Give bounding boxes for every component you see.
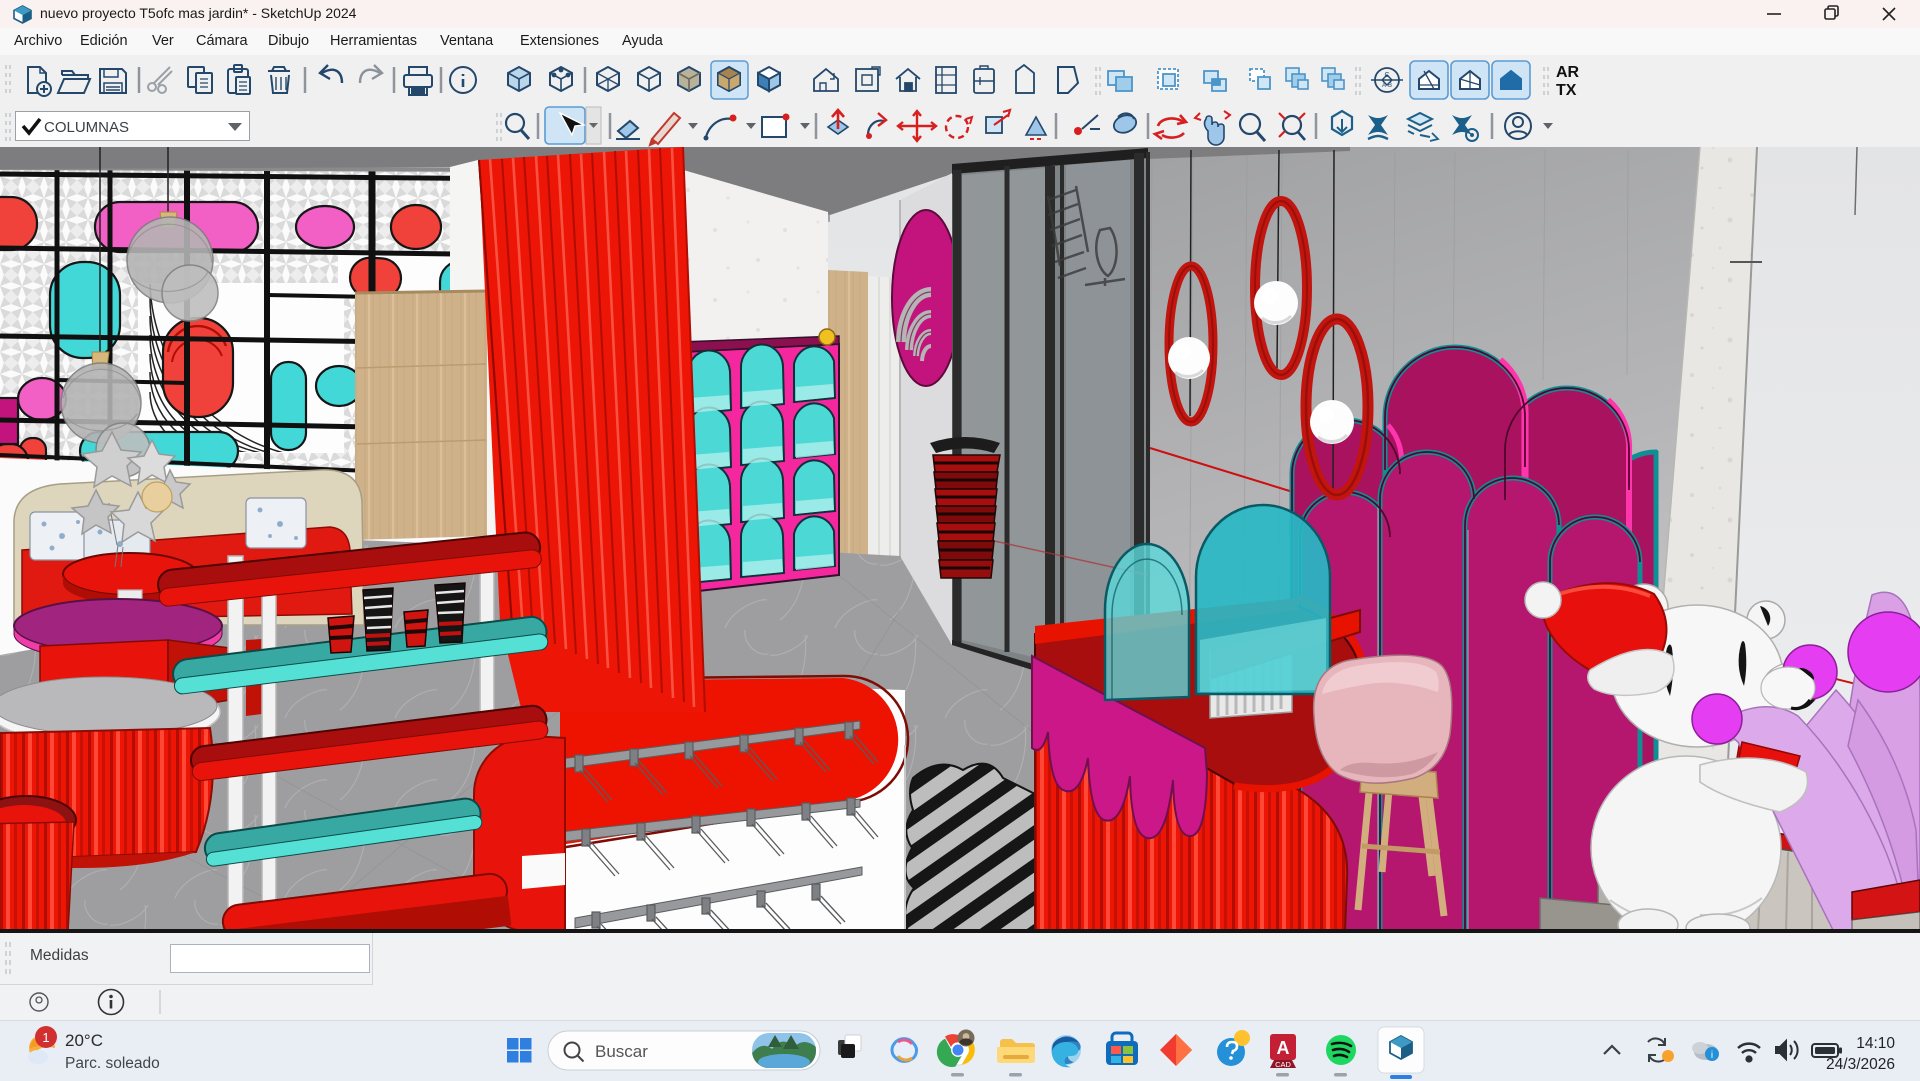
svg-text:Buscar: Buscar (595, 1042, 648, 1061)
svg-text:24/3/2026: 24/3/2026 (1826, 1056, 1895, 1073)
svg-text:COLUMNAS: COLUMNAS (44, 119, 129, 136)
svg-text:A-B: A-B (1382, 83, 1392, 89)
svg-text:AR: AR (1556, 64, 1580, 81)
svg-text:C: C (1384, 72, 1389, 79)
svg-text:14:10: 14:10 (1856, 1035, 1895, 1052)
svg-text:Parc. soleado: Parc. soleado (65, 1055, 160, 1072)
svg-text:CAD: CAD (1275, 1060, 1291, 1069)
svg-text:i: i (1711, 1050, 1713, 1061)
svg-text:20°C: 20°C (65, 1031, 103, 1050)
svg-text:1: 1 (42, 1030, 49, 1045)
svg-text:A: A (1277, 1038, 1290, 1058)
svg-text:TX: TX (1556, 82, 1577, 99)
